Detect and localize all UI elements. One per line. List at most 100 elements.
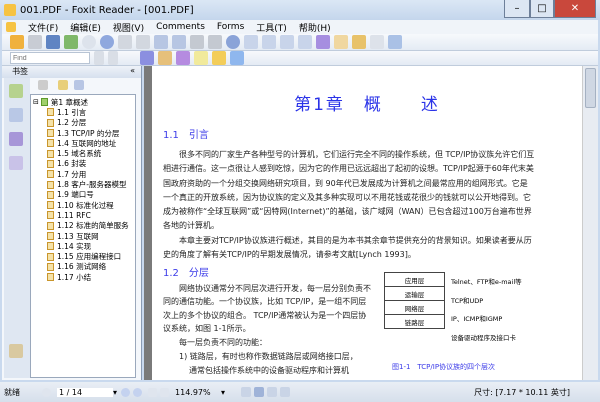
panel-title: 书签 — [12, 67, 28, 76]
figure-note: TCP和UDP — [451, 296, 484, 305]
select-text-icon[interactable] — [352, 35, 366, 49]
redo-icon[interactable] — [208, 35, 222, 49]
menu-file[interactable]: 文件(F) — [28, 21, 58, 34]
section-heading: 1.2 分层 — [163, 268, 209, 279]
annotations-tab-icon[interactable] — [9, 132, 23, 146]
next-page-icon[interactable] — [100, 35, 114, 49]
bookmark-item[interactable]: 1.12 标准的简单服务 — [31, 221, 135, 231]
first-page-icon[interactable] — [42, 387, 51, 397]
bookmark-icon — [47, 159, 54, 168]
bookmark-item[interactable]: 1.10 标准化过程 — [31, 200, 135, 210]
bookmark-item[interactable]: 1.6 封装 — [31, 159, 135, 169]
email-icon[interactable] — [64, 35, 78, 49]
rotate-icon[interactable] — [280, 35, 294, 49]
extract-icon[interactable] — [154, 35, 168, 49]
bookmark-item[interactable]: 1.14 实现 — [31, 241, 135, 251]
comment-icon[interactable] — [212, 51, 226, 65]
arrow-icon[interactable] — [370, 35, 384, 49]
bookmark-item[interactable]: 1.11 RFC — [31, 210, 135, 220]
continuous-facing-icon[interactable] — [280, 387, 291, 397]
add-bookmark-icon[interactable] — [58, 80, 68, 90]
page-dropdown-icon[interactable]: ▾ — [113, 388, 117, 397]
bookmark-item[interactable]: 1.15 应用编程接口 — [31, 251, 135, 261]
prev-page-button[interactable] — [121, 387, 131, 397]
figure-layer: 链路层 — [384, 314, 445, 329]
zoom-field[interactable]: 114.97% — [175, 388, 221, 397]
forward-icon[interactable] — [136, 35, 150, 49]
fit-page-icon[interactable] — [244, 35, 258, 49]
menu-forms[interactable]: Forms — [217, 22, 244, 32]
back-button[interactable] — [148, 387, 158, 397]
bookmark-item[interactable]: 1.9 端口号 — [31, 190, 135, 200]
delete-bookmark-icon[interactable] — [38, 80, 48, 90]
bookmark-item[interactable]: 1.8 客户-服务器模型 — [31, 179, 135, 189]
note-icon[interactable] — [158, 51, 172, 65]
layers-figure: 应用层 运输层 网络层 链路层 — [384, 272, 445, 329]
arrow-tool-icon[interactable] — [230, 51, 244, 65]
single-page-icon[interactable] — [241, 387, 252, 397]
bookmarks-tab-icon[interactable] — [9, 84, 23, 98]
bookmark-item[interactable]: 1.16 测试网络 — [31, 262, 135, 272]
bookmark-item[interactable]: 1.13 互联网 — [31, 231, 135, 241]
snapshot-icon[interactable] — [388, 35, 402, 49]
bookmark-item[interactable]: 1.3 TCP/IP 的分层 — [31, 128, 135, 138]
fit-width-icon[interactable] — [262, 35, 276, 49]
zoom-out-icon[interactable] — [298, 35, 312, 49]
bookmark-icon — [47, 221, 54, 230]
bookmark-root[interactable]: ⊟ 第1 章概述 — [31, 97, 135, 107]
vertical-scrollbar[interactable] — [582, 66, 598, 380]
pencil-icon[interactable] — [176, 51, 190, 65]
layers-tab-icon[interactable] — [9, 156, 23, 170]
zoom-dropdown-icon[interactable]: ▾ — [221, 388, 225, 397]
zoom-in-icon[interactable] — [226, 35, 240, 49]
bookmark-item[interactable]: 1.4 互联网的地址 — [31, 138, 135, 148]
scroll-thumb[interactable] — [585, 68, 596, 108]
menu-view[interactable]: 视图(V) — [113, 21, 144, 34]
page-number-field[interactable]: 1 / 14 — [57, 387, 113, 397]
bookmark-item[interactable]: 1.2 分层 — [31, 118, 135, 128]
prev-page-icon[interactable] — [82, 35, 96, 49]
undo-icon[interactable] — [190, 35, 204, 49]
bookmark-icon — [47, 180, 54, 189]
collapse-toggle-icon[interactable]: ⊟ — [33, 98, 39, 106]
attachments-tab-icon[interactable] — [9, 344, 23, 358]
find-toolbar — [2, 51, 598, 66]
figure-note: IP、ICMP和IGMP — [451, 315, 503, 323]
bookmark-label: 1.17 小结 — [57, 272, 92, 282]
find-input[interactable] — [10, 52, 90, 64]
bookmark-item[interactable]: 1.7 分用 — [31, 169, 135, 179]
hand-icon[interactable] — [334, 35, 348, 49]
next-page-button[interactable] — [133, 387, 143, 397]
bookmark-item[interactable]: 1.17 小结 — [31, 272, 135, 282]
print-icon[interactable] — [46, 35, 60, 49]
menu-tools[interactable]: 工具(T) — [256, 21, 287, 34]
bookmark-item[interactable]: 1.5 域名系统 — [31, 148, 135, 158]
save-icon[interactable] — [28, 35, 42, 49]
back-icon[interactable] — [118, 35, 132, 49]
find-next-icon[interactable] — [108, 51, 118, 65]
insert-icon[interactable] — [172, 35, 186, 49]
textbox-icon[interactable] — [194, 51, 208, 65]
typewriter-icon[interactable] — [140, 51, 154, 65]
find-prev-icon[interactable] — [94, 51, 104, 65]
figure-note: 设备驱动程序及接口卡 — [451, 333, 516, 342]
menu-help[interactable]: 帮助(H) — [299, 21, 331, 34]
menu-edit[interactable]: 编辑(E) — [70, 21, 101, 34]
add-icon[interactable] — [316, 35, 330, 49]
forward-button[interactable] — [160, 387, 170, 397]
facing-icon[interactable] — [267, 387, 278, 397]
pages-tab-icon[interactable] — [9, 108, 23, 122]
bookmark-icon — [47, 273, 54, 282]
close-button[interactable]: ✕ — [554, 0, 596, 18]
bookmark-item[interactable]: 1.1 引言 — [31, 107, 135, 117]
maximize-button[interactable]: □ — [530, 0, 554, 18]
open-icon[interactable] — [10, 35, 24, 49]
minimize-button[interactable]: – — [504, 0, 530, 18]
bookmark-icon — [47, 190, 54, 199]
bookmark-properties-icon[interactable] — [74, 80, 84, 90]
panel-tabs — [4, 78, 30, 378]
collapse-button[interactable]: « — [130, 66, 135, 78]
figure-layer: 网络层 — [384, 300, 445, 315]
menu-comments[interactable]: Comments — [156, 22, 205, 32]
continuous-icon[interactable] — [254, 387, 265, 397]
